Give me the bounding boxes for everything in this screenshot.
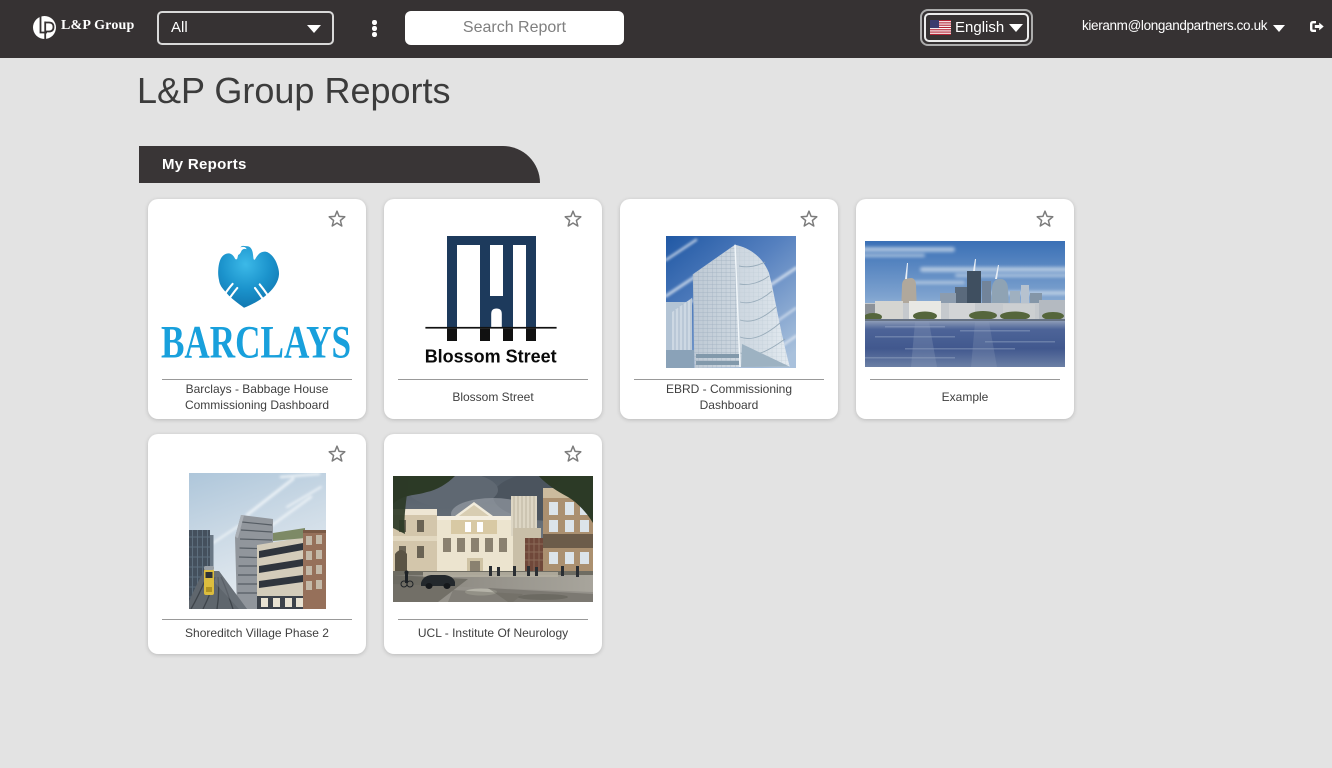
svg-text:BARCLAYS: BARCLAYS [161, 317, 351, 369]
svg-text:Blossom Street: Blossom Street [425, 346, 557, 366]
